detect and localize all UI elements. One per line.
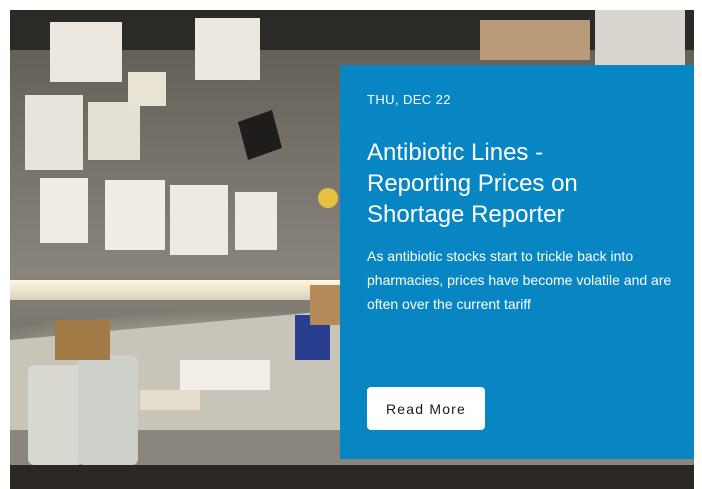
- article-title[interactable]: Antibiotic Lines - Reporting Prices on S…: [367, 137, 627, 230]
- article-excerpt: As antibiotic stocks start to trickle ba…: [367, 248, 672, 312]
- article-hero: THU, DEC 22 Antibiotic Lines - Reporting…: [10, 10, 694, 489]
- read-more-button[interactable]: Read More: [367, 387, 485, 430]
- article-card: THU, DEC 22 Antibiotic Lines - Reporting…: [340, 65, 694, 459]
- article-date: THU, DEC 22: [367, 92, 451, 107]
